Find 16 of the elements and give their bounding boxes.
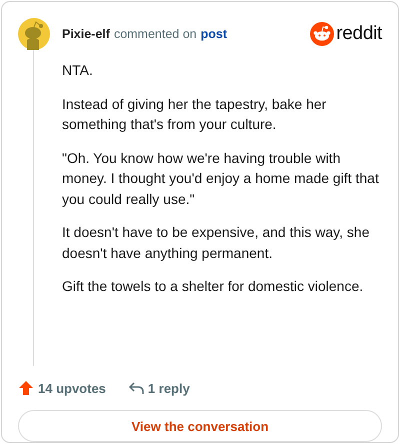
action-text: commented on bbox=[114, 27, 197, 41]
comment-paragraph: Gift the towels to a shelter for domestic violence. bbox=[62, 277, 364, 296]
avatar-icon bbox=[18, 18, 50, 50]
upvote-count: 14 upvotes bbox=[38, 380, 106, 396]
comment-paragraph: NTA. bbox=[62, 61, 94, 80]
brand-name: reddit bbox=[336, 23, 382, 45]
comment-paragraph: "Oh. You know how we're having trouble with money. I thought you'd enjoy a home made gift that you could really use." bbox=[62, 148, 380, 209]
view-conversation-button[interactable]: View the conversation bbox=[18, 410, 382, 442]
upvote-icon[interactable] bbox=[18, 380, 34, 396]
reply-count: 1 reply bbox=[148, 380, 190, 396]
reddit-logo-icon bbox=[310, 22, 334, 46]
username[interactable]: Pixie-elf bbox=[62, 27, 110, 41]
comment-paragraph: Instead of giving her the tapestry, bake her something that's from your culture. bbox=[62, 94, 328, 134]
reply-icon[interactable] bbox=[128, 380, 144, 396]
post-link[interactable]: post bbox=[200, 27, 228, 41]
comment-paragraph: It doesn't have to be expensive, and this way, she doesn't have anything permanent. bbox=[62, 223, 370, 263]
